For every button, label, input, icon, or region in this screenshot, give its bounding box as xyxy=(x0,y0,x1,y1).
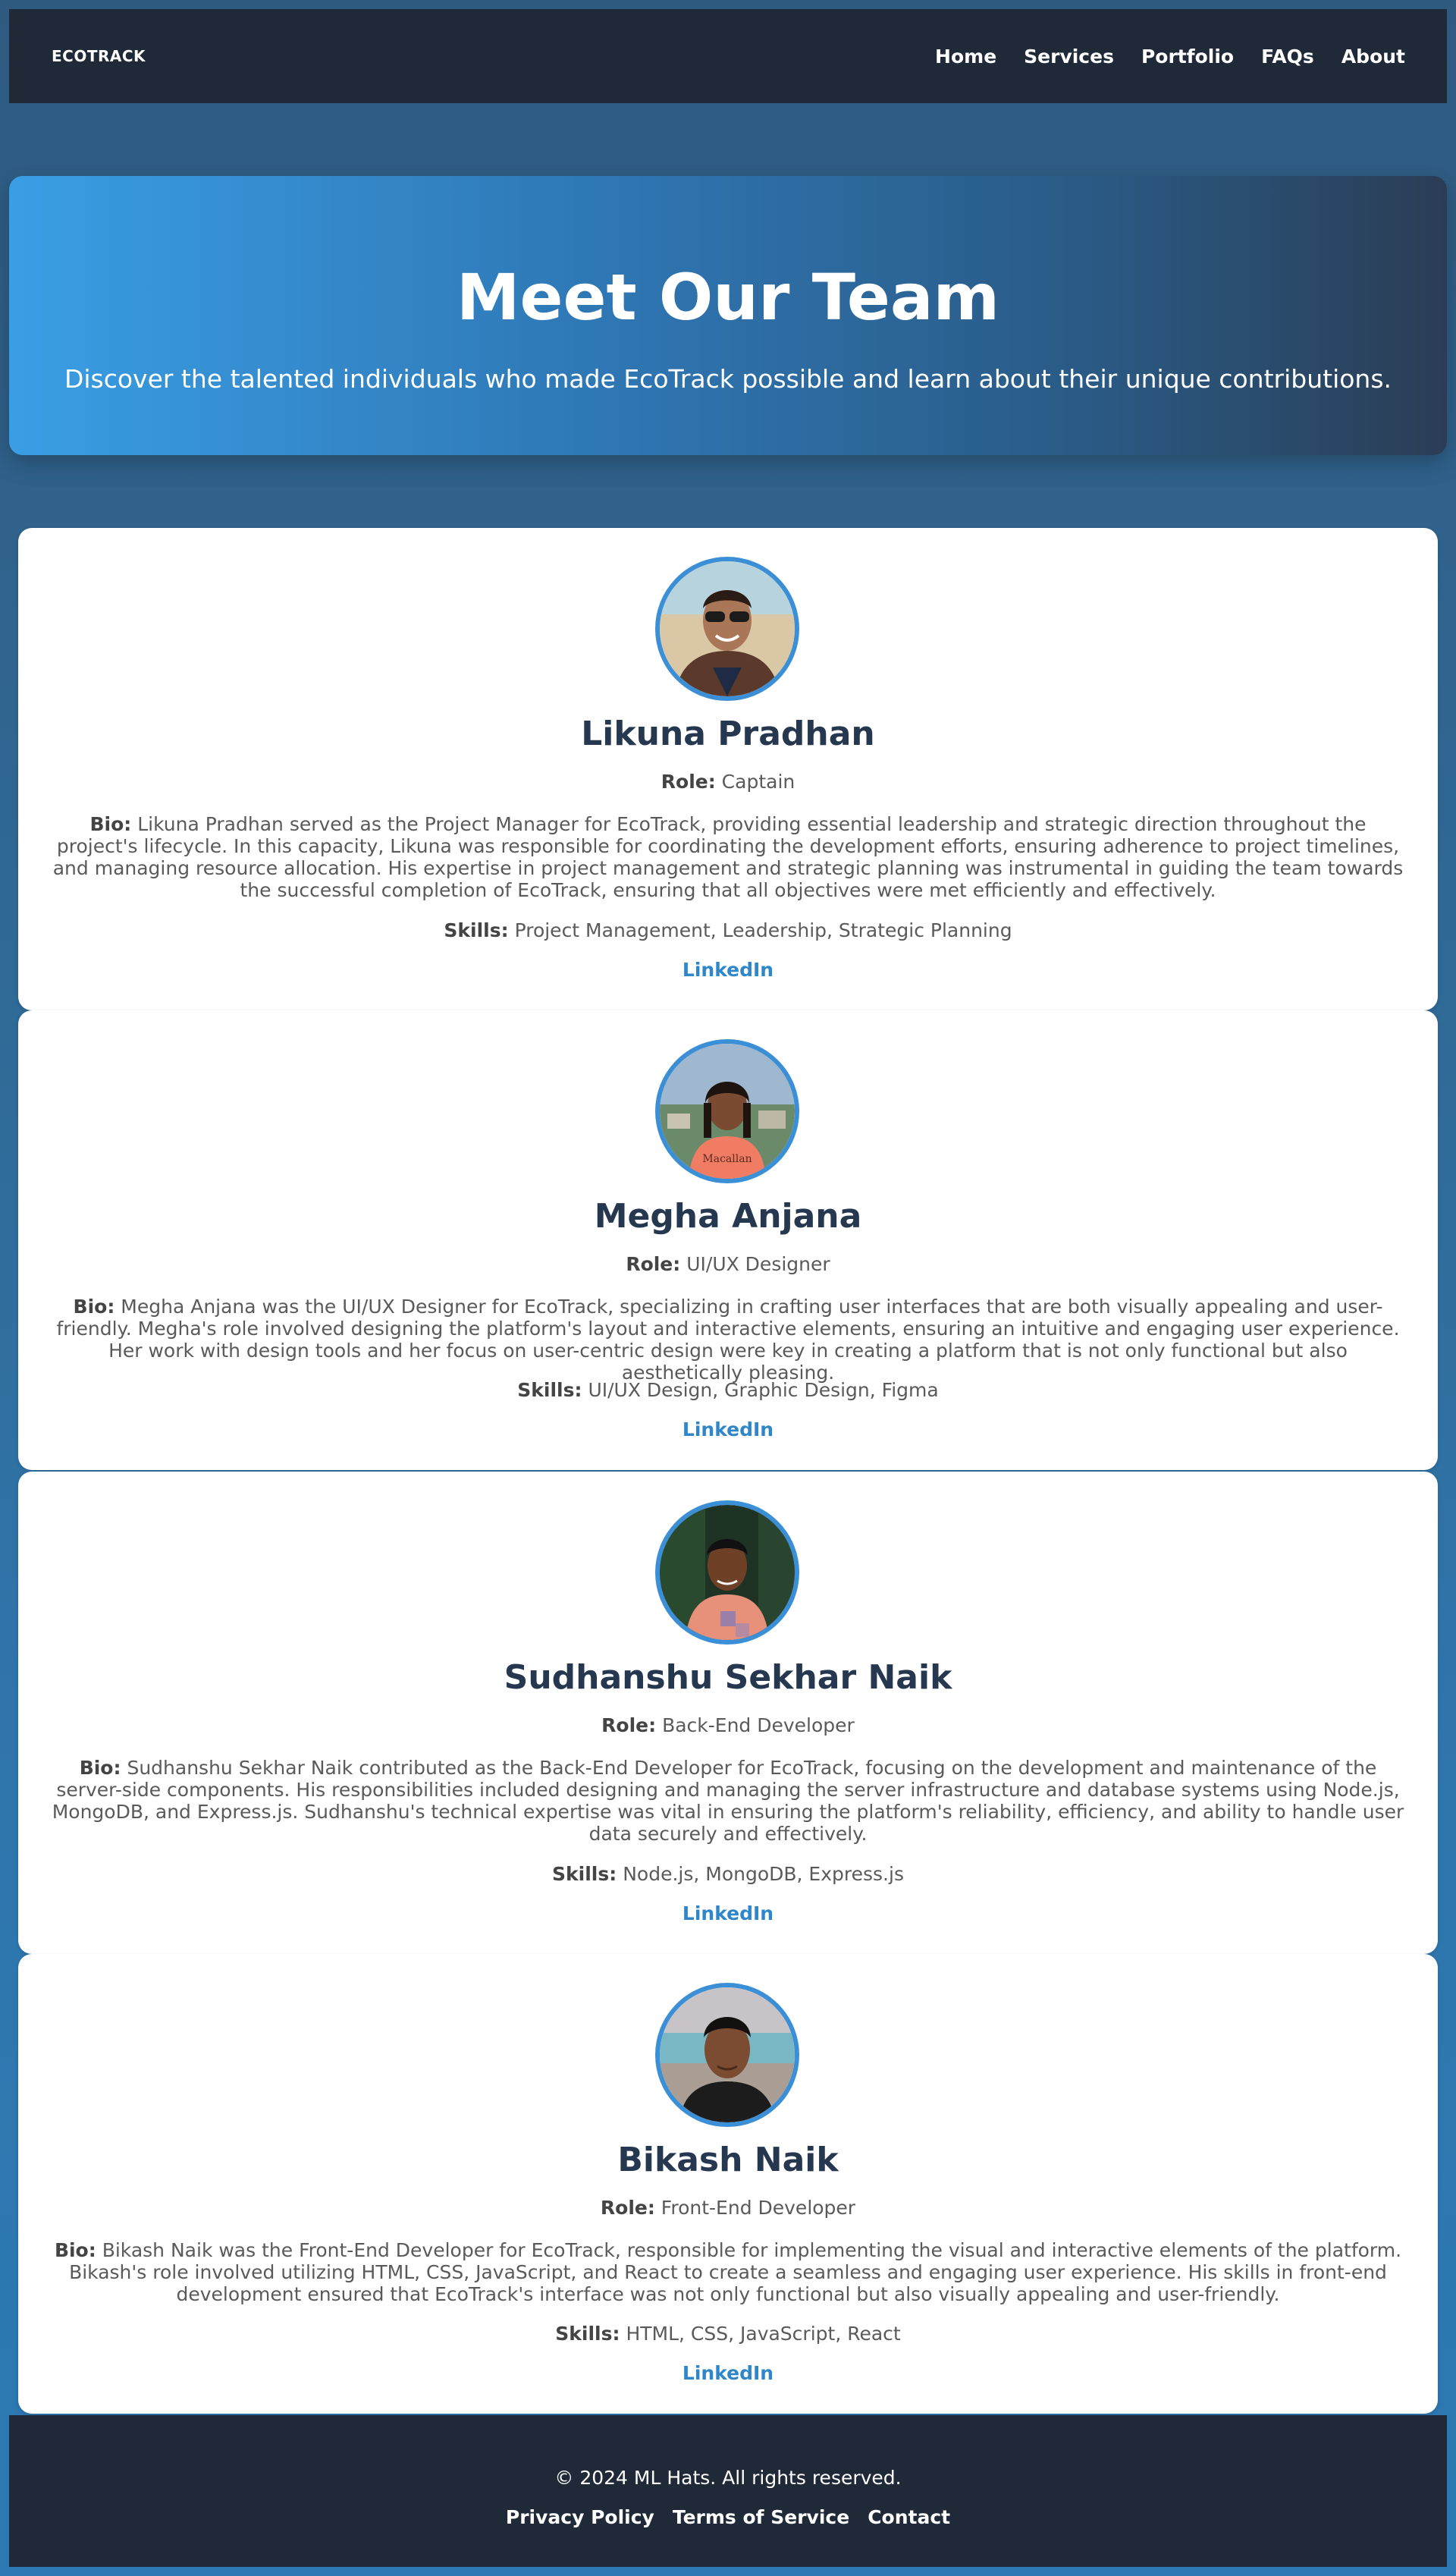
team-member-card: Sudhanshu Sekhar Naik Role: Back-End Dev… xyxy=(18,1472,1438,1954)
role-label: Role: xyxy=(601,1714,657,1736)
role-value: Back-End Developer xyxy=(662,1714,855,1736)
nav-link-portfolio[interactable]: Portfolio xyxy=(1141,46,1234,68)
avatar xyxy=(655,557,799,701)
bio-value: Megha Anjana was the UI/UX Designer for … xyxy=(56,1296,1400,1384)
member-name: Sudhanshu Sekhar Naik xyxy=(504,1658,952,1697)
member-name: Megha Anjana xyxy=(594,1197,862,1236)
member-bio: Bio: Megha Anjana was the UI/UX Designer… xyxy=(49,1296,1407,1384)
svg-text:Macallan: Macallan xyxy=(702,1153,752,1165)
member-bio: Bio: Sudhanshu Sekhar Naik contributed a… xyxy=(49,1757,1407,1845)
bio-label: Bio: xyxy=(89,813,132,835)
role-value: Front-End Developer xyxy=(661,2197,856,2219)
footer-link-contact[interactable]: Contact xyxy=(868,2506,950,2528)
member-role: Role: UI/UX Designer xyxy=(18,1253,1438,1276)
avatar xyxy=(655,1983,799,2127)
member-skills: Skills: Project Management, Leadership, … xyxy=(18,919,1438,942)
role-label: Role: xyxy=(626,1253,681,1275)
bio-label: Bio: xyxy=(79,1757,121,1779)
member-skills: Skills: Node.js, MongoDB, Express.js xyxy=(18,1863,1438,1886)
footer-links: Privacy Policy Terms of Service Contact xyxy=(9,2506,1447,2528)
member-name: Bikash Naik xyxy=(617,2141,839,2179)
linkedin-link[interactable]: LinkedIn xyxy=(18,1902,1438,1925)
role-label: Role: xyxy=(661,771,716,793)
member-role: Role: Front-End Developer xyxy=(18,2197,1438,2219)
skills-value: Node.js, MongoDB, Express.js xyxy=(623,1863,904,1885)
footer-link-privacy[interactable]: Privacy Policy xyxy=(506,2506,654,2528)
skills-label: Skills: xyxy=(552,1863,617,1885)
nav-link-services[interactable]: Services xyxy=(1024,46,1114,68)
member-role: Role: Back-End Developer xyxy=(18,1714,1438,1737)
skills-label: Skills: xyxy=(517,1379,582,1401)
site-logo[interactable]: ECOTRACK xyxy=(52,47,146,65)
skills-value: UI/UX Design, Graphic Design, Figma xyxy=(588,1379,939,1401)
role-value: UI/UX Designer xyxy=(686,1253,830,1275)
role-value: Captain xyxy=(721,771,795,793)
member-skills: Skills: HTML, CSS, JavaScript, React xyxy=(18,2323,1438,2345)
team-member-card: Bikash Naik Role: Front-End Developer Bi… xyxy=(18,1954,1438,2414)
footer: © 2024 ML Hats. All rights reserved. Pri… xyxy=(9,2415,1447,2567)
team-member-card: Likuna Pradhan Role: Captain Bio: Likuna… xyxy=(18,528,1438,1010)
member-bio: Bio: Likuna Pradhan served as the Projec… xyxy=(49,813,1407,901)
skills-label: Skills: xyxy=(444,919,509,941)
avatar: Macallan xyxy=(655,1039,799,1183)
linkedin-link[interactable]: LinkedIn xyxy=(18,1418,1438,1441)
copyright-text: © 2024 ML Hats. All rights reserved. xyxy=(554,2467,902,2489)
bio-value: Bikash Naik was the Front-End Developer … xyxy=(69,2239,1402,2305)
nav-link-home[interactable]: Home xyxy=(935,46,996,68)
nav-links: Home Services Portfolio FAQs About xyxy=(935,46,1405,68)
linkedin-link[interactable]: LinkedIn xyxy=(18,959,1438,982)
footer-link-terms[interactable]: Terms of Service xyxy=(673,2506,849,2528)
hero-banner: Meet Our Team Discover the talented indi… xyxy=(9,176,1447,455)
member-bio: Bio: Bikash Naik was the Front-End Devel… xyxy=(49,2239,1407,2305)
bio-label: Bio: xyxy=(54,2239,96,2261)
page-title: Meet Our Team xyxy=(456,260,1000,335)
member-role: Role: Captain xyxy=(18,771,1438,793)
member-name: Likuna Pradhan xyxy=(581,715,875,753)
team-member-card: Macallan Megha Anjana Role: UI/UX Design… xyxy=(18,1010,1438,1470)
nav-link-faqs[interactable]: FAQs xyxy=(1261,46,1314,68)
skills-label: Skills: xyxy=(555,2323,620,2345)
bio-value: Sudhanshu Sekhar Naik contributed as the… xyxy=(52,1757,1404,1845)
bio-label: Bio: xyxy=(73,1296,115,1318)
navbar: ECOTRACK Home Services Portfolio FAQs Ab… xyxy=(9,9,1447,103)
nav-link-about[interactable]: About xyxy=(1341,46,1405,68)
role-label: Role: xyxy=(600,2197,655,2219)
page-subtitle: Discover the talented individuals who ma… xyxy=(64,364,1392,394)
linkedin-link[interactable]: LinkedIn xyxy=(18,2362,1438,2385)
skills-value: HTML, CSS, JavaScript, React xyxy=(626,2323,901,2345)
bio-value: Likuna Pradhan served as the Project Man… xyxy=(52,813,1404,901)
avatar xyxy=(655,1500,799,1645)
skills-value: Project Management, Leadership, Strategi… xyxy=(514,919,1012,941)
member-skills: Skills: UI/UX Design, Graphic Design, Fi… xyxy=(18,1379,1438,1402)
